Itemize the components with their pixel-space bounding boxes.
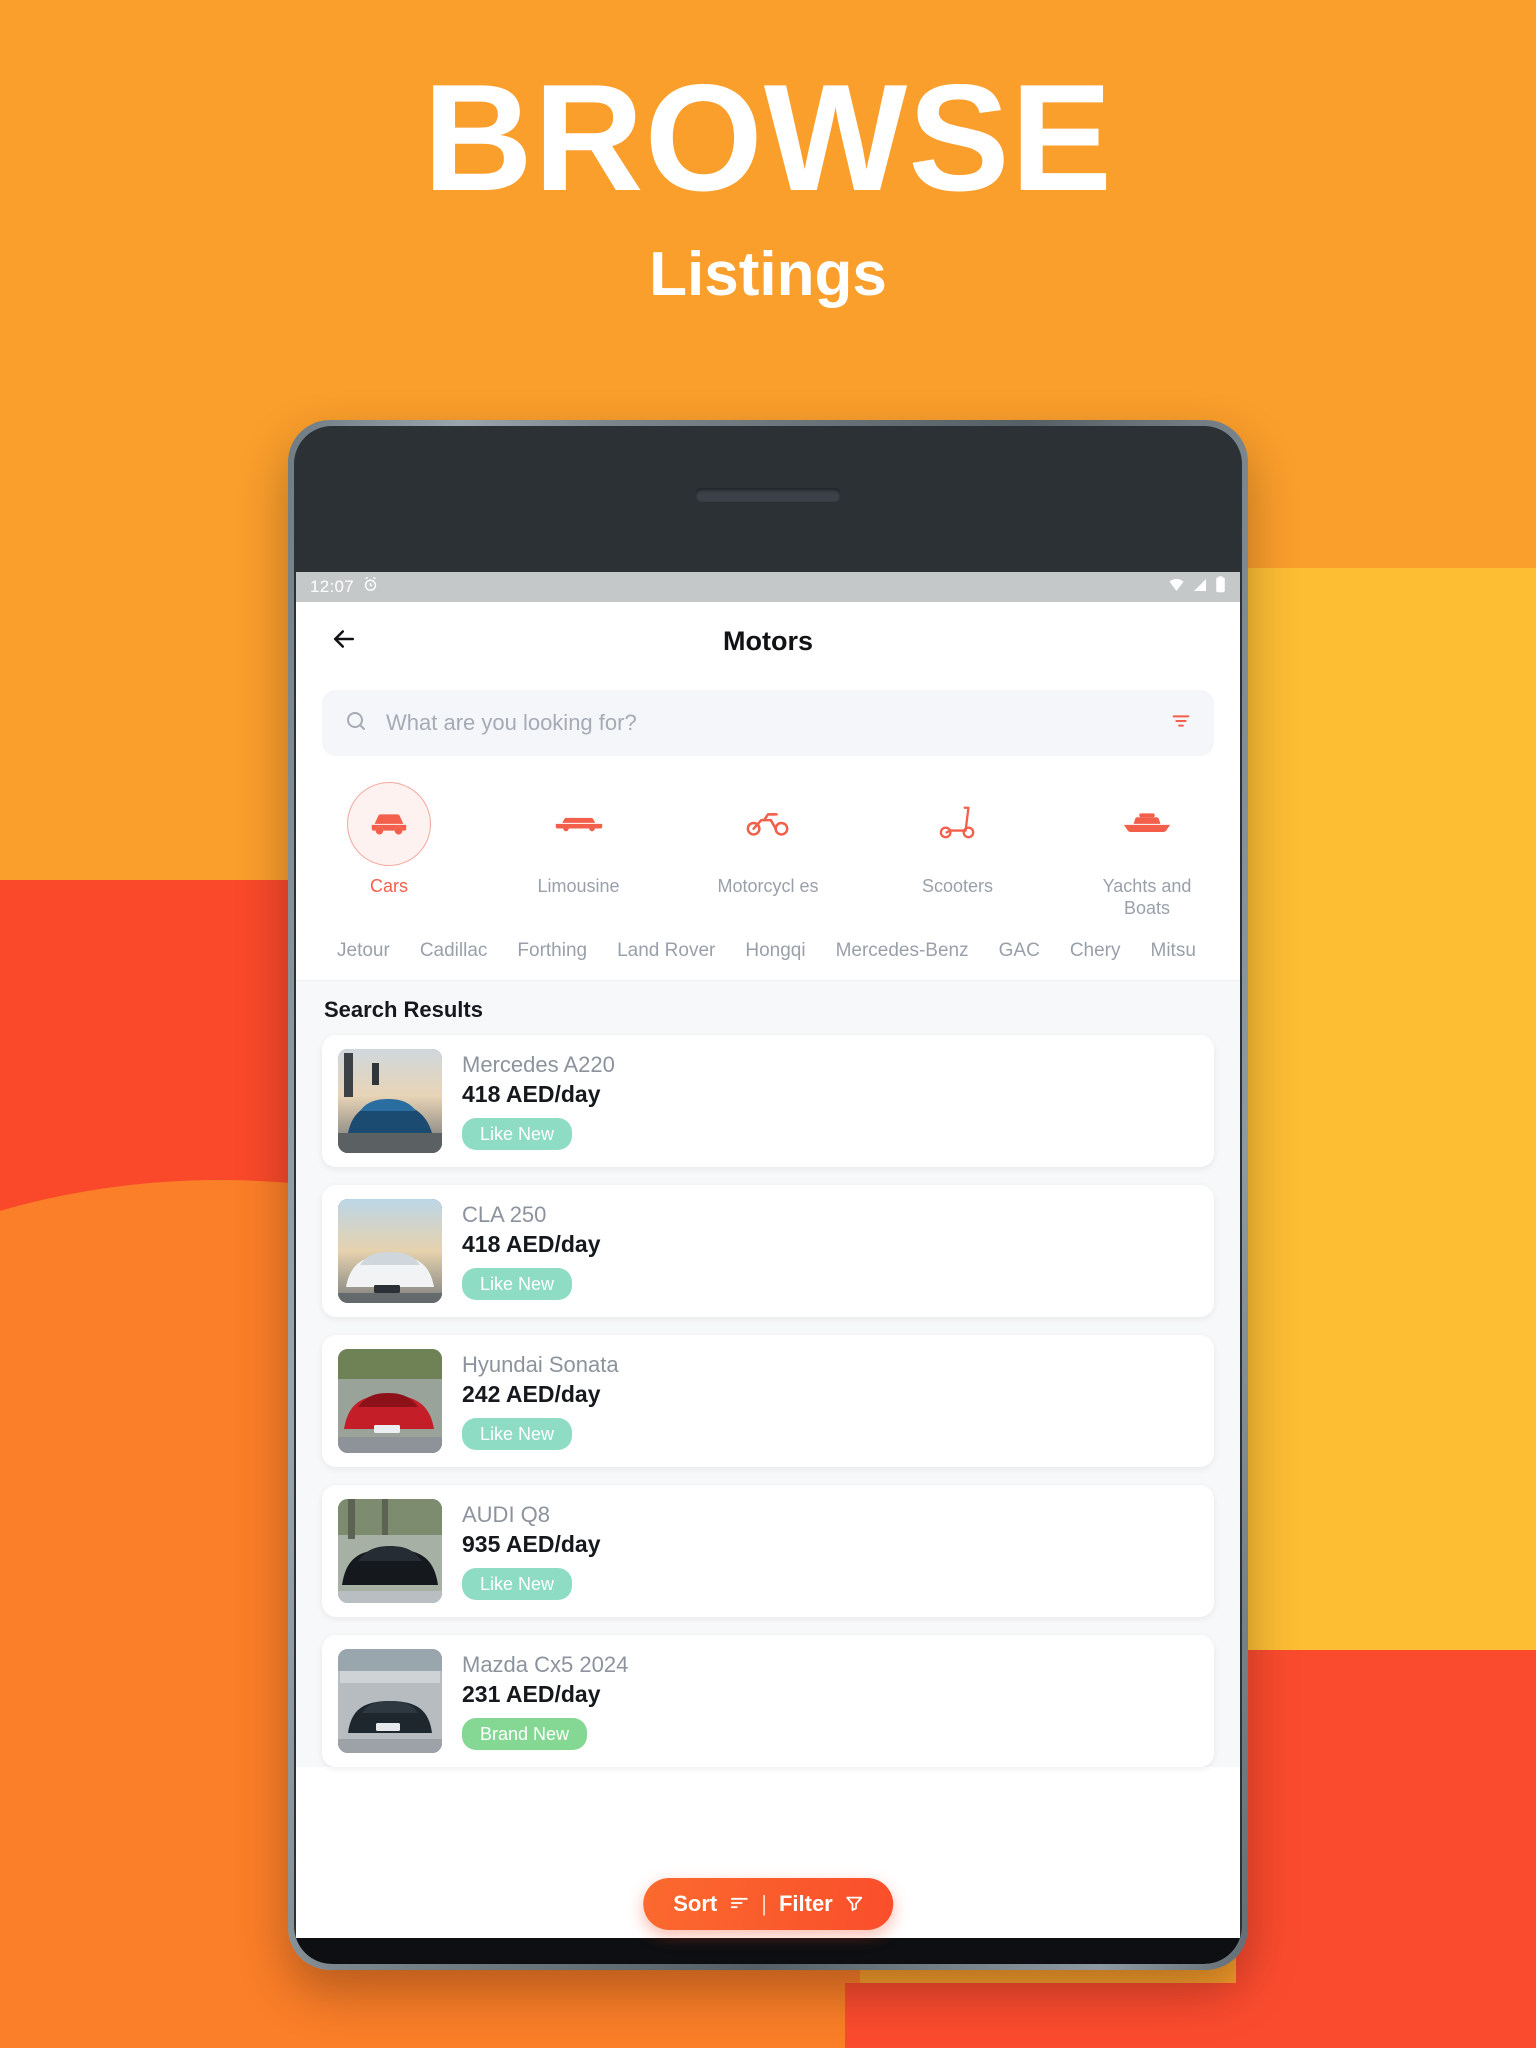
arrow-left-icon	[329, 624, 359, 659]
listing-title: AUDI Q8	[462, 1501, 551, 1527]
battery-icon	[1215, 576, 1226, 598]
listing-title: Mercedes A220	[462, 1051, 615, 1077]
category-icon-wrap-scooters	[916, 782, 1000, 866]
brand-chip-hongqi[interactable]: Hongqi	[730, 936, 820, 966]
search-results-heading: Search Results	[324, 996, 483, 1022]
category-label-cars: Cars	[369, 876, 408, 896]
brand-filter-row[interactable]: Jetour Cadillac Forthing Land Rover Hong…	[296, 925, 1240, 981]
listing-info: AUDI Q8 935 AED/day Like New	[462, 1502, 1198, 1601]
category-label-motorcycles: Motorcycl es	[717, 876, 819, 896]
poster-subtitle: Listings	[649, 240, 887, 309]
listing-info: Mazda Cx5 2024 231 AED/day Brand New	[462, 1652, 1198, 1751]
sort-filter-divider: |	[761, 1891, 767, 1916]
listing-thumbnail	[338, 1048, 442, 1153]
brand-chip-gac[interactable]: GAC	[984, 936, 1055, 966]
status-badge: Like New	[462, 1267, 573, 1301]
brand-chip-land-rover[interactable]: Land Rover	[602, 936, 730, 966]
filter-icon[interactable]	[1170, 710, 1192, 737]
listing-info: CLA 250 418 AED/day Like New	[462, 1202, 1198, 1301]
category-icon-wrap-motorcycles	[726, 782, 810, 866]
category-item-scooters[interactable]: Scooters	[899, 782, 1017, 898]
brand-chip-cadillac[interactable]: Cadillac	[405, 936, 503, 966]
device-speaker-grille	[695, 488, 841, 502]
category-icon-wrap-yachts	[1105, 782, 1189, 866]
car-icon	[366, 807, 412, 842]
listing-price: 242 AED/day	[462, 1380, 601, 1407]
category-label-yachts-and-boats: Yachts and Boats	[1102, 876, 1192, 918]
category-row: Cars Limousine Motorcycl es Scooters Yac…	[296, 756, 1240, 926]
brand-chip-jetour[interactable]: Jetour	[322, 936, 405, 966]
poster-headings: BROWSE Listings	[0, 0, 1536, 306]
listing-title: Hyundai Sonata	[462, 1351, 619, 1377]
brand-chip-forthing[interactable]: Forthing	[502, 936, 602, 966]
listing-card[interactable]: CLA 250 418 AED/day Like New	[322, 1184, 1214, 1317]
listing-price: 418 AED/day	[462, 1080, 601, 1107]
category-label-limousine: Limousine	[537, 876, 620, 896]
listing-title: Mazda Cx5 2024	[462, 1651, 629, 1677]
listing-card[interactable]: Hyundai Sonata 242 AED/day Like New	[322, 1334, 1214, 1467]
poster-title: BROWSE	[423, 53, 1113, 223]
filter-label: Filter	[778, 1891, 833, 1916]
limousine-icon	[553, 811, 605, 838]
category-icon-wrap-limousine	[537, 782, 621, 866]
device-screen: 12:07 Motors What are you looking for? C…	[296, 572, 1240, 1964]
status-badge: Brand New	[462, 1717, 588, 1751]
sort-lines-icon	[729, 1891, 749, 1917]
category-label-scooters: Scooters	[921, 876, 994, 896]
status-badge: Like New	[462, 1417, 573, 1451]
status-badge: Like New	[462, 1117, 573, 1151]
listing-thumbnail	[338, 1198, 442, 1303]
listing-price: 231 AED/day	[462, 1680, 601, 1707]
app-header: Motors	[296, 602, 1240, 680]
yacht-icon	[1122, 809, 1172, 840]
page-title: Motors	[723, 625, 813, 656]
search-bar[interactable]: What are you looking for?	[322, 690, 1214, 756]
scooter-icon	[938, 803, 978, 846]
brand-chip-mitsubishi[interactable]: Mitsu	[1136, 936, 1211, 966]
listing-card[interactable]: AUDI Q8 935 AED/day Like New	[322, 1484, 1214, 1617]
listing-info: Mercedes A220 418 AED/day Like New	[462, 1052, 1198, 1151]
sort-filter-button[interactable]: Sort | Filter	[643, 1878, 893, 1930]
status-bar-clock: 12:07	[310, 577, 355, 596]
category-item-limousine[interactable]: Limousine	[520, 782, 638, 898]
funnel-icon	[845, 1891, 863, 1917]
search-icon	[344, 709, 368, 738]
listing-info: Hyundai Sonata 242 AED/day Like New	[462, 1352, 1198, 1451]
status-badge: Like New	[462, 1567, 573, 1601]
cellular-signal-icon	[1192, 577, 1208, 598]
alarm-icon	[362, 576, 379, 598]
sort-label: Sort	[673, 1891, 718, 1916]
search-input[interactable]: What are you looking for?	[386, 710, 1152, 736]
tablet-bezel: 12:07 Motors What are you looking for? C…	[294, 426, 1242, 1964]
brand-chip-chery[interactable]: Chery	[1055, 936, 1136, 966]
search-results-section: Search Results Mercedes A220 418 AED/day…	[296, 980, 1240, 1767]
screen-bottom-edge	[296, 1938, 1240, 1964]
listing-thumbnail	[338, 1498, 442, 1603]
brand-chip-mercedes-benz[interactable]: Mercedes-Benz	[821, 936, 984, 966]
category-item-motorcycles[interactable]: Motorcycl es	[709, 782, 827, 898]
listing-title: CLA 250	[462, 1201, 547, 1227]
listing-price: 935 AED/day	[462, 1530, 601, 1557]
listing-card[interactable]: Mazda Cx5 2024 231 AED/day Brand New	[322, 1634, 1214, 1767]
tablet-device-frame: 12:07 Motors What are you looking for? C…	[288, 420, 1248, 1970]
wifi-icon	[1168, 576, 1185, 598]
listing-list: Mercedes A220 418 AED/day Like New CLA 2…	[296, 1034, 1240, 1767]
category-item-yachts-and-boats[interactable]: Yachts and Boats	[1088, 782, 1206, 920]
listing-price: 418 AED/day	[462, 1230, 601, 1257]
listing-thumbnail	[338, 1348, 442, 1453]
background-right-yellow	[1236, 568, 1536, 1658]
search-section: What are you looking for?	[296, 680, 1240, 756]
category-item-cars[interactable]: Cars	[330, 782, 448, 898]
back-button[interactable]	[322, 619, 366, 663]
motorcycle-icon	[745, 806, 791, 843]
listing-thumbnail	[338, 1648, 442, 1753]
category-icon-wrap-cars	[347, 782, 431, 866]
android-status-bar: 12:07	[296, 572, 1240, 602]
listing-card[interactable]: Mercedes A220 418 AED/day Like New	[322, 1034, 1214, 1167]
